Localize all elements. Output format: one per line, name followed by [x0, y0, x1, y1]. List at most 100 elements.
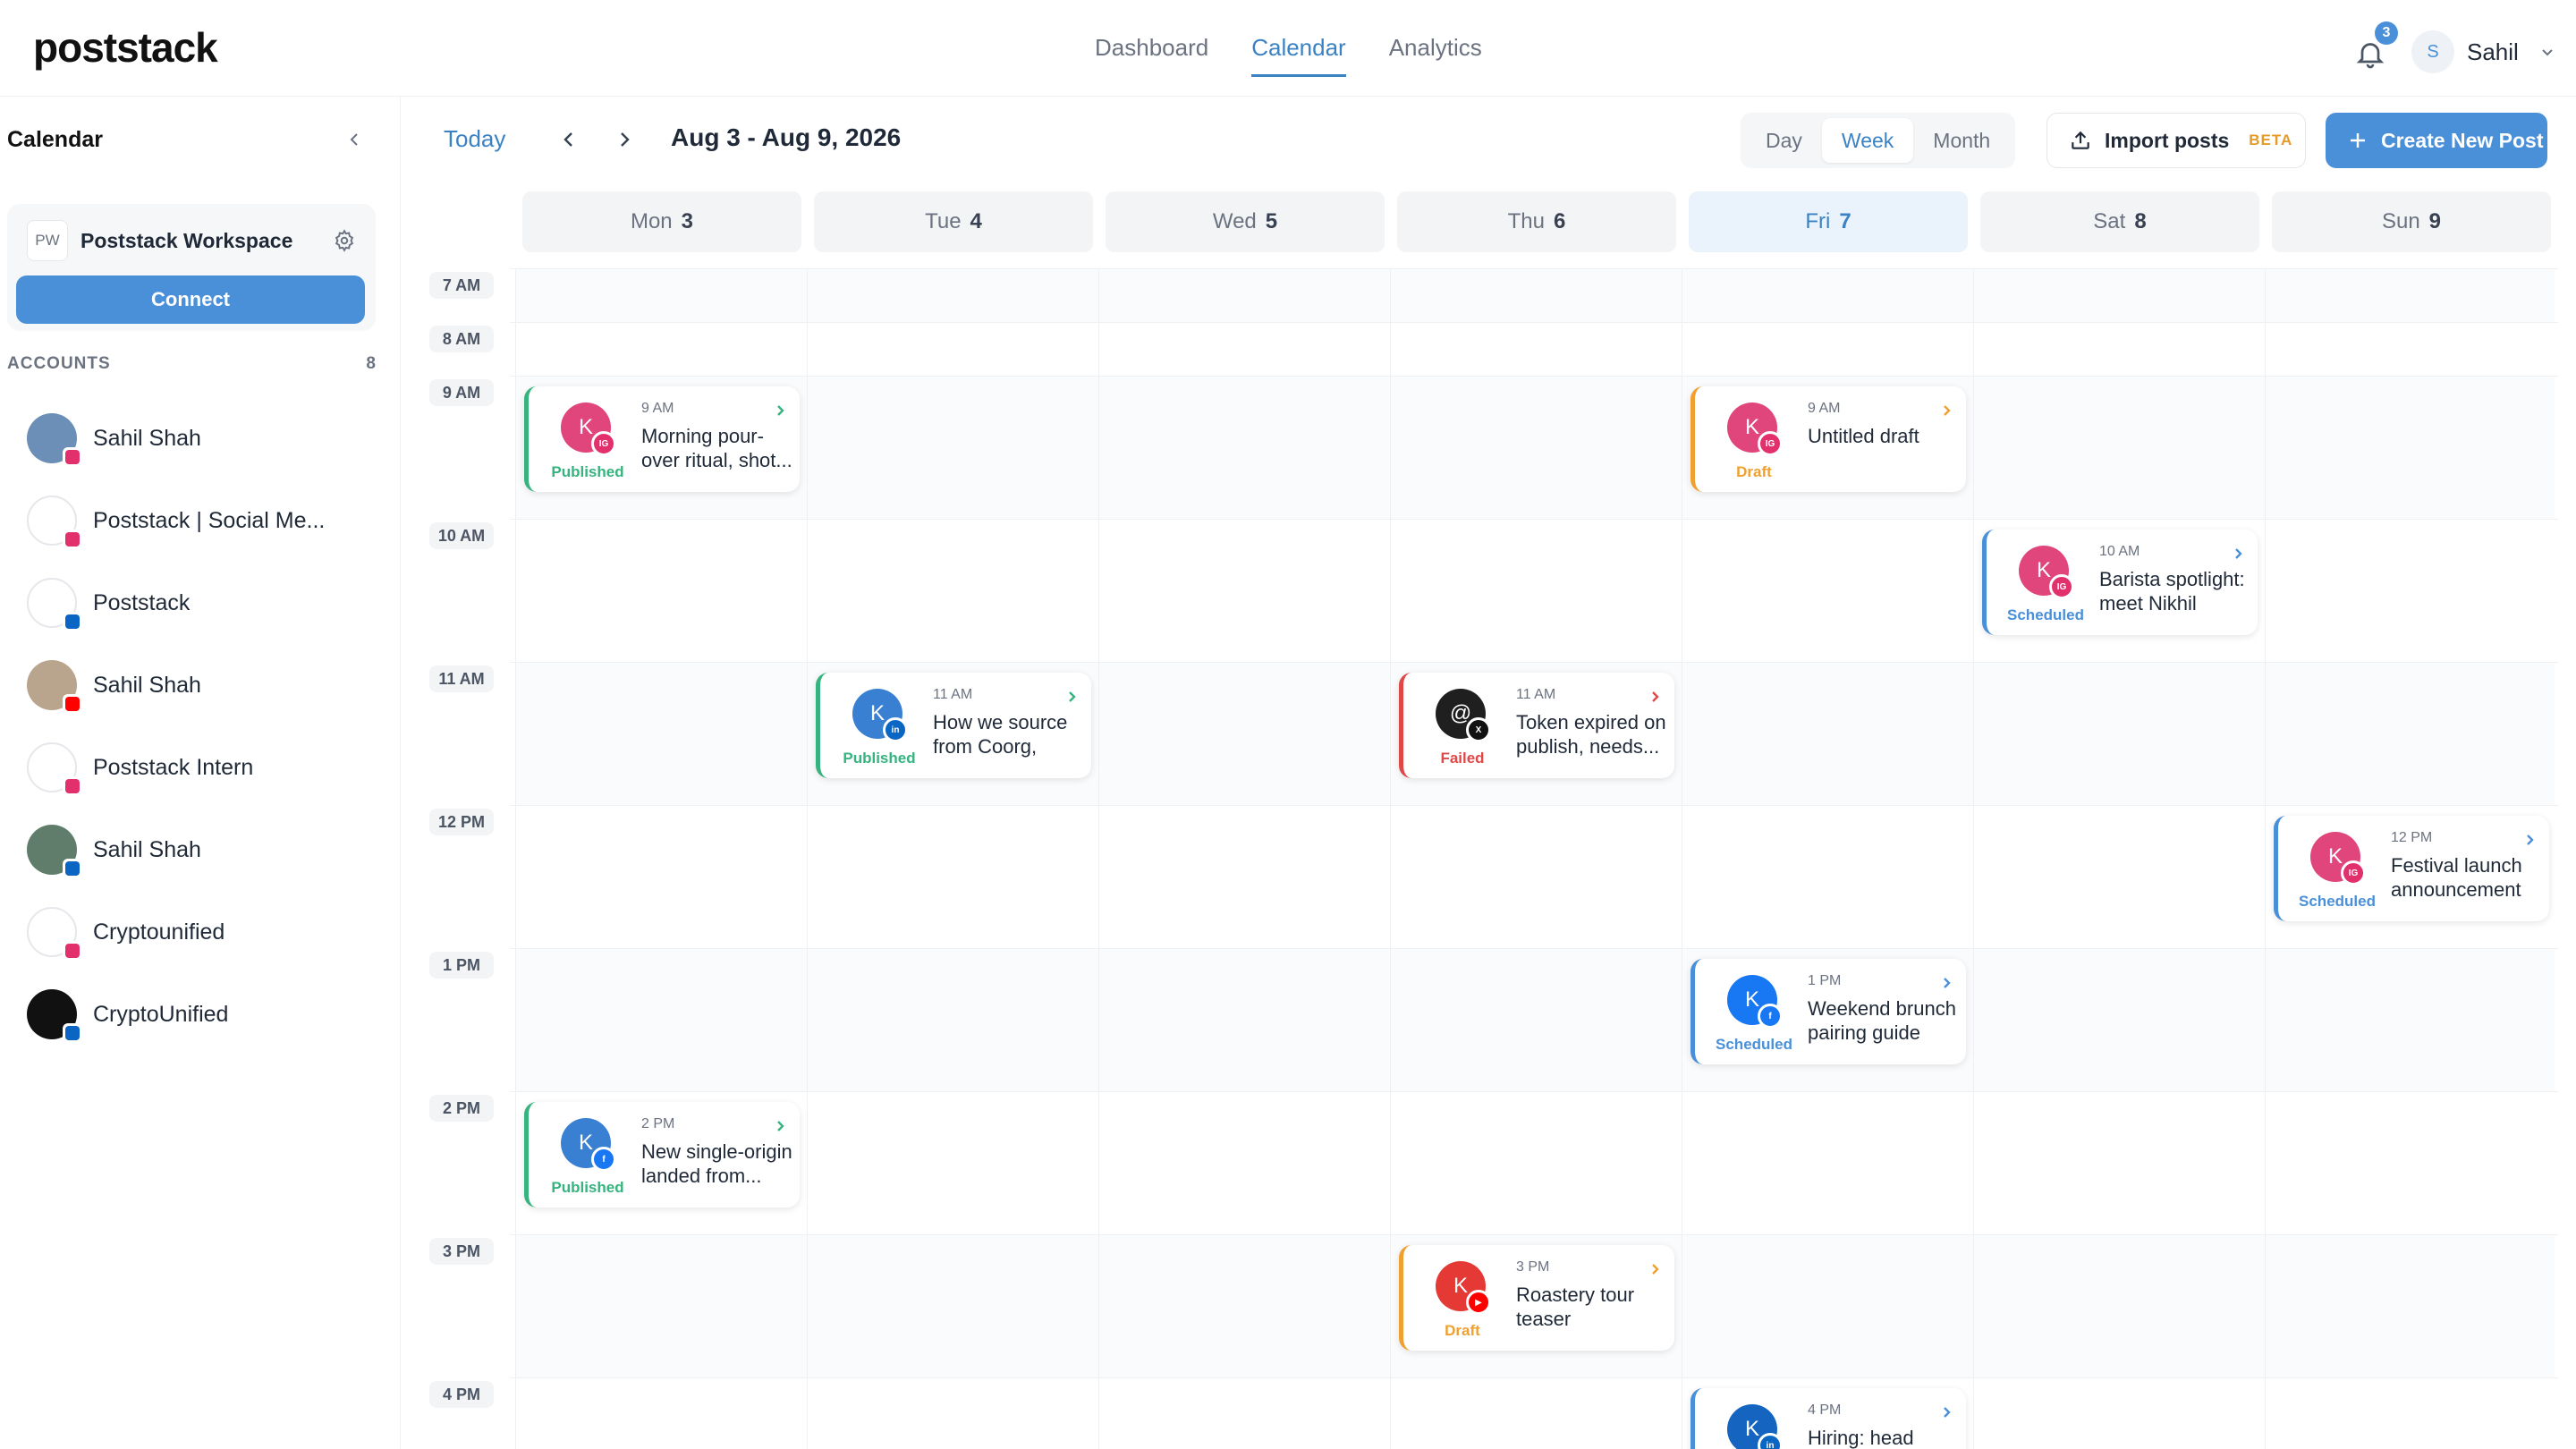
account-avatar	[27, 742, 82, 796]
user-menu[interactable]: S Sahil	[2411, 30, 2556, 73]
hour-label: 8 AM	[429, 326, 494, 352]
accounts-list: Sahil Shah Poststack | Social Me... Postst…	[0, 397, 401, 1055]
workspace-name[interactable]: Poststack Workspace	[80, 229, 292, 253]
post-title: Festival launch announcement	[2391, 854, 2522, 901]
today-button[interactable]: Today	[444, 125, 505, 153]
post-status: Published	[843, 750, 916, 767]
gear-icon[interactable]	[333, 229, 356, 252]
instagram-icon	[63, 776, 82, 796]
account-item[interactable]: CryptoUnified	[0, 973, 401, 1055]
chevron-right-icon[interactable]	[775, 402, 787, 419]
day-header-wed[interactable]: Wed 5	[1106, 191, 1385, 252]
top-bar: poststack Dashboard Calendar Analytics 3…	[0, 0, 2576, 97]
workspace-card: PW Poststack Workspace Connect	[7, 204, 376, 331]
post-card[interactable]: K ▶ Draft 3 PM Roastery tour teaser	[1399, 1245, 1674, 1351]
hour-row	[515, 376, 2555, 519]
post-time: 4 PM	[1808, 1402, 1842, 1418]
linkedin-icon: in	[1758, 1433, 1783, 1449]
view-week[interactable]: Week	[1821, 118, 1914, 163]
account-item[interactable]: Sahil Shah	[0, 397, 401, 479]
day-name: Wed	[1212, 209, 1257, 233]
collapse-sidebar-icon[interactable]	[343, 129, 365, 150]
hour-label: 2 PM	[429, 1095, 494, 1122]
post-title: How we source from Coorg, and...	[933, 711, 1068, 760]
post-title: Token expired on publish, needs...	[1516, 711, 1666, 758]
chevron-right-icon[interactable]	[1941, 975, 1953, 991]
chevron-left-icon[interactable]	[558, 127, 580, 152]
account-avatar	[27, 496, 82, 549]
account-avatar	[27, 907, 82, 961]
plus-icon	[2351, 133, 2365, 148]
hour-label: 11 AM	[429, 665, 494, 692]
import-posts-button[interactable]: Import posts BETA	[2046, 113, 2306, 168]
nav-calendar[interactable]: Calendar	[1251, 34, 1346, 77]
post-card[interactable]: @ X Failed 11 AM Token expired on publish, n…	[1399, 673, 1674, 778]
post-card[interactable]: K IG Scheduled 10 AM Barista spotlight: meet…	[1982, 530, 2258, 635]
chevron-right-icon[interactable]	[1066, 689, 1079, 705]
view-month[interactable]: Month	[1913, 118, 2010, 163]
post-status: Draft	[1445, 1322, 1480, 1339]
day-name: Thu	[1507, 209, 1545, 233]
post-status: Draft	[1736, 463, 1772, 480]
hour-label: 3 PM	[429, 1238, 494, 1265]
chevron-right-icon[interactable]	[1649, 689, 1662, 705]
account-item[interactable]: Sahil Shah	[0, 809, 401, 891]
sidebar-title: Calendar	[7, 127, 103, 152]
day-divider	[1098, 268, 1099, 1449]
day-divider	[807, 268, 808, 1449]
post-time: 11 AM	[1516, 687, 1556, 702]
account-item[interactable]: Sahil Shah	[0, 644, 401, 726]
view-switcher: Day Week Month	[1741, 113, 2016, 168]
day-divider	[1390, 268, 1391, 1449]
chevron-right-icon[interactable]	[1649, 1261, 1662, 1277]
post-card[interactable]: Kf Published 2 PM New single-origin landed …	[524, 1102, 800, 1208]
day-name: Tue	[925, 209, 962, 233]
chevron-right-icon[interactable]	[775, 1118, 787, 1134]
create-new-post-button[interactable]: Create New Post	[2326, 113, 2547, 168]
account-avatar	[27, 578, 82, 631]
youtube-icon: ▶	[1466, 1290, 1491, 1315]
post-title: Roastery tour teaser	[1516, 1284, 1635, 1330]
chevron-right-icon[interactable]	[2524, 832, 2537, 848]
account-item[interactable]: Poststack	[0, 562, 401, 644]
view-day[interactable]: Day	[1746, 118, 1822, 163]
app-logo[interactable]: poststack	[33, 23, 218, 72]
account-name: Cryptounified	[93, 919, 225, 945]
chevron-down-icon	[2542, 49, 2553, 56]
post-card[interactable]: K IG Published 9 AM Morning pour-over ritual…	[524, 386, 800, 492]
day-header-sun[interactable]: Sun 9	[2272, 191, 2551, 252]
account-name: Poststack	[93, 589, 191, 615]
hour-label: 4 PM	[429, 1381, 494, 1408]
x-icon: X	[1466, 717, 1491, 742]
chevron-right-icon[interactable]	[614, 127, 635, 152]
post-card[interactable]: Kf Scheduled 1 PM Weekend brunch pairing gu…	[1690, 959, 1966, 1064]
post-time: 3 PM	[1516, 1259, 1550, 1275]
instagram-icon: IG	[2049, 574, 2074, 599]
post-card[interactable]: Kin Published 11 AM How we source from Coor…	[816, 673, 1091, 778]
post-card[interactable]: K IG Draft 9 AM Untitled draft	[1690, 386, 1966, 492]
day-header-mon[interactable]: Mon 3	[522, 191, 801, 252]
chevron-right-icon[interactable]	[1941, 402, 1953, 419]
chevron-right-icon[interactable]	[1941, 1404, 1953, 1420]
beta-badge: BETA	[2249, 131, 2293, 148]
hour-divider	[510, 519, 2558, 520]
account-item[interactable]: Cryptounified	[0, 891, 401, 973]
day-name: Sun	[2381, 209, 2420, 233]
workspace-badge: PW	[27, 220, 68, 261]
account-item[interactable]: Poststack Intern	[0, 726, 401, 809]
day-header-thu[interactable]: Thu 6	[1397, 191, 1676, 252]
connect-button[interactable]: Connect	[16, 275, 365, 324]
post-status: Failed	[1440, 750, 1485, 767]
linkedin-icon	[63, 859, 82, 878]
post-card[interactable]: KinScheduled4 PMHiring: head roaster for…	[1690, 1388, 1966, 1449]
nav-analytics[interactable]: Analytics	[1389, 34, 1482, 77]
chevron-right-icon[interactable]	[2233, 546, 2245, 562]
day-header-sat[interactable]: Sat 8	[1980, 191, 2259, 252]
hour-row	[515, 268, 2555, 322]
account-item[interactable]: Poststack | Social Me...	[0, 479, 401, 562]
day-header-fri[interactable]: Fri 7	[1689, 191, 1968, 252]
day-header-tue[interactable]: Tue 4	[814, 191, 1093, 252]
post-time: 9 AM	[641, 401, 674, 416]
nav-dashboard[interactable]: Dashboard	[1095, 34, 1208, 77]
post-card[interactable]: K IG Scheduled 12 PM Festival launch announc…	[2274, 816, 2549, 921]
